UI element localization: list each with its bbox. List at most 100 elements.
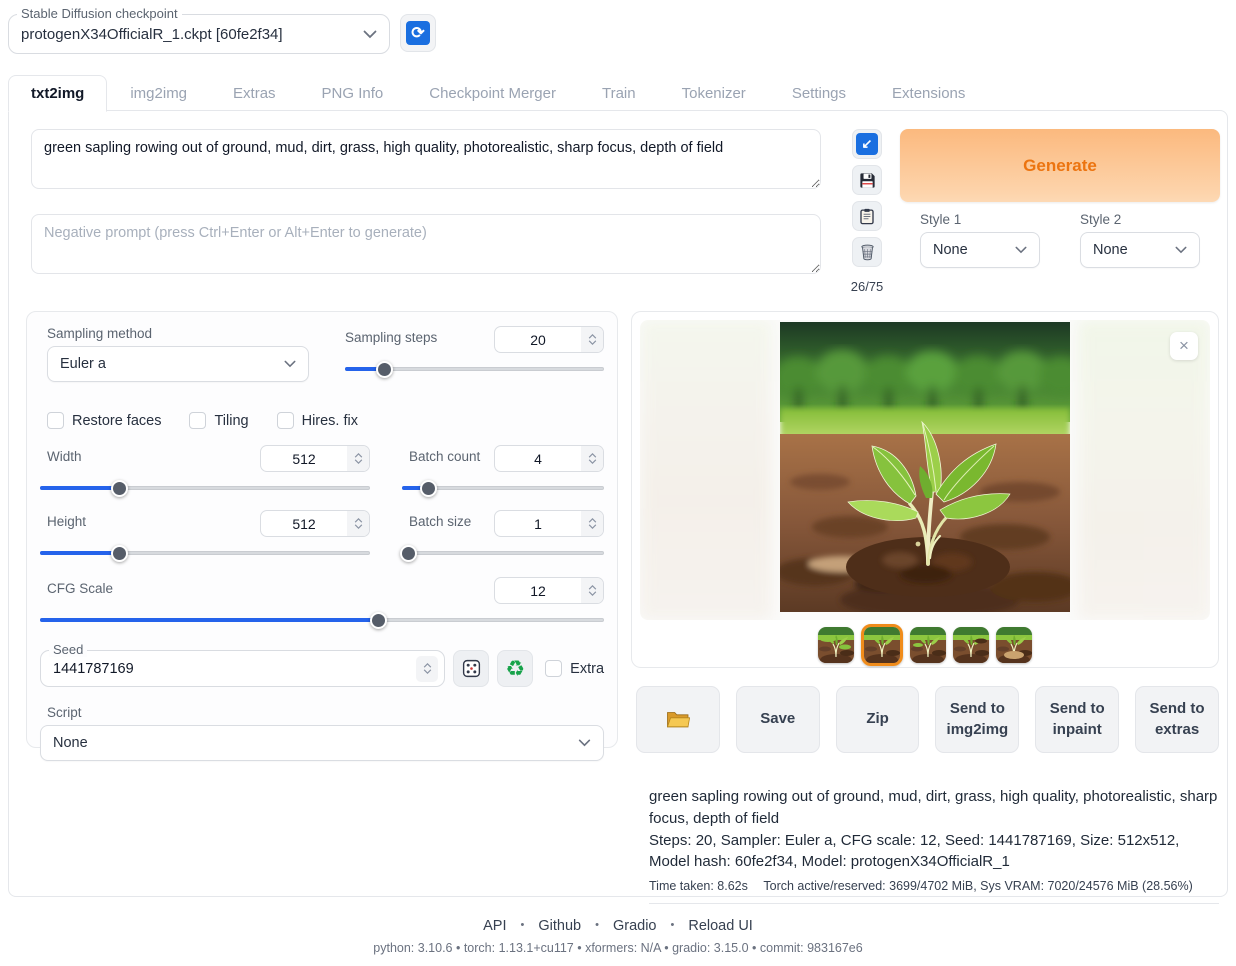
batch-size-numbox (494, 510, 604, 537)
tab-settings[interactable]: Settings (769, 75, 869, 112)
thumbnail-1[interactable] (818, 627, 854, 663)
style2-dropdown[interactable]: None (1080, 232, 1200, 268)
thumbnail-4[interactable] (953, 627, 989, 663)
sampling-method-block: Sampling method Euler a (40, 326, 310, 382)
close-image-button[interactable]: × (1170, 332, 1198, 360)
stepper-arrows[interactable] (347, 511, 369, 536)
stepper-arrows[interactable] (581, 327, 603, 352)
sampling-method-dropdown[interactable]: Euler a (47, 346, 309, 382)
footer-link-gradio[interactable]: Gradio (613, 918, 657, 934)
send-to-inpaint-button[interactable]: Send to inpaint (1035, 686, 1119, 753)
hires-fix-checkbox[interactable]: Hires. fix (277, 412, 358, 429)
close-icon: × (1179, 336, 1189, 356)
apply-style-button[interactable] (852, 201, 882, 231)
restore-faces-checkbox[interactable]: Restore faces (47, 412, 161, 429)
zip-button[interactable]: Zip (836, 686, 920, 753)
seed-input[interactable] (53, 661, 416, 677)
info-performance-text: Time taken: 8.62s Torch active/reserved:… (649, 877, 1219, 904)
refresh-checkpoint-button[interactable]: ⟳ (400, 14, 436, 52)
cfg-input[interactable] (495, 583, 581, 599)
thumbnail-5[interactable] (996, 627, 1032, 663)
prompt-column: green sapling rowing out of ground, mud,… (31, 129, 821, 294)
bullet-separator: • (521, 919, 525, 931)
generated-image[interactable] (780, 322, 1070, 612)
batch-count-block: Batch count (402, 445, 604, 496)
width-label: Width (47, 449, 82, 464)
style1-dropdown[interactable]: None (920, 232, 1040, 268)
script-dropdown[interactable]: None (40, 725, 604, 761)
generate-button[interactable]: Generate (900, 129, 1220, 202)
clear-prompt-button[interactable] (852, 237, 882, 267)
stepper-arrows[interactable] (347, 446, 369, 471)
sampling-steps-label: Sampling steps (345, 330, 437, 345)
chevron-down-icon (1175, 246, 1187, 254)
tab-extensions[interactable]: Extensions (869, 75, 988, 112)
batch-size-input[interactable] (495, 516, 581, 532)
seed-fieldset: Seed (40, 650, 445, 687)
txt2img-panel: green sapling rowing out of ground, mud,… (8, 110, 1228, 897)
tab-png-info[interactable]: PNG Info (299, 75, 407, 112)
width-numbox (260, 445, 370, 472)
stepper-arrows[interactable] (581, 578, 603, 603)
recycle-icon: ♻ (505, 658, 525, 680)
random-seed-button[interactable] (453, 650, 489, 687)
save-style-button[interactable] (852, 165, 882, 195)
thumbnail-3[interactable] (910, 627, 946, 663)
info-prompt-text: green sapling rowing out of ground, mud,… (649, 786, 1219, 830)
app-root: Stable Diffusion checkpoint protogenX34O… (0, 0, 1236, 966)
stepper-arrows[interactable] (416, 656, 438, 682)
footer-link-reload-ui[interactable]: Reload UI (688, 918, 752, 934)
dimensions-grid: Width Ba (40, 445, 604, 561)
time-taken: Time taken: 8.62s (649, 879, 748, 893)
chevron-down-icon (1015, 246, 1027, 254)
height-label: Height (47, 514, 86, 529)
batch-count-input[interactable] (495, 451, 581, 467)
blurred-side-image (640, 320, 772, 620)
tiling-checkbox[interactable]: Tiling (189, 412, 248, 429)
height-slider[interactable] (40, 545, 370, 561)
stepper-arrows[interactable] (581, 511, 603, 536)
seed-row-wrap: Seed (40, 650, 604, 687)
negative-prompt-input[interactable] (31, 214, 821, 274)
info-params-text: Steps: 20, Sampler: Euler a, CFG scale: … (649, 830, 1219, 874)
checkpoint-value: protogenX34OfficialR_1.ckpt [60fe2f34] (21, 26, 363, 43)
tab-checkpoint-merger[interactable]: Checkpoint Merger (406, 75, 579, 112)
tab-train[interactable]: Train (579, 75, 659, 112)
send-to-extras-button[interactable]: Send to extras (1135, 686, 1219, 753)
width-slider[interactable] (40, 480, 370, 496)
chevron-down-icon (578, 739, 591, 747)
batch-count-numbox (494, 445, 604, 472)
sampling-steps-input[interactable] (495, 332, 581, 348)
tab-tokenizer[interactable]: Tokenizer (659, 75, 769, 112)
reuse-seed-button[interactable]: ♻ (497, 650, 533, 687)
style1-block: Style 1 None (920, 212, 1040, 268)
cfg-slider[interactable] (40, 612, 604, 628)
style2-block: Style 2 None (1080, 212, 1200, 268)
image-viewer: × (640, 320, 1210, 620)
tab-txt2img[interactable]: txt2img (8, 75, 107, 112)
prompt-input[interactable]: green sapling rowing out of ground, mud,… (31, 129, 821, 189)
save-button[interactable]: Save (736, 686, 820, 753)
sampling-steps-slider[interactable] (345, 361, 604, 377)
height-input[interactable] (261, 516, 347, 532)
bullet-separator: • (595, 919, 599, 931)
send-to-img2img-button[interactable]: Send to img2img (935, 686, 1019, 753)
chevron-down-icon (284, 360, 296, 368)
refresh-icon: ⟳ (406, 21, 430, 45)
thumbnail-2-selected[interactable] (861, 624, 903, 666)
batch-size-slider[interactable] (402, 545, 604, 561)
stepper-arrows[interactable] (581, 446, 603, 471)
generate-column: Generate Style 1 None Style 2 (900, 129, 1220, 294)
footer-link-api[interactable]: API (483, 918, 506, 934)
clipboard-icon (858, 207, 876, 226)
paste-params-button[interactable]: ↙ (852, 129, 882, 159)
height-numbox (260, 510, 370, 537)
open-folder-button[interactable] (636, 686, 720, 753)
cfg-block: CFG Scale (40, 577, 604, 628)
tab-extras[interactable]: Extras (210, 75, 299, 112)
tab-img2img[interactable]: img2img (107, 75, 210, 112)
batch-count-slider[interactable] (402, 480, 604, 496)
footer-link-github[interactable]: Github (538, 918, 581, 934)
extra-seed-checkbox[interactable]: Extra (545, 660, 604, 677)
width-input[interactable] (261, 451, 347, 467)
